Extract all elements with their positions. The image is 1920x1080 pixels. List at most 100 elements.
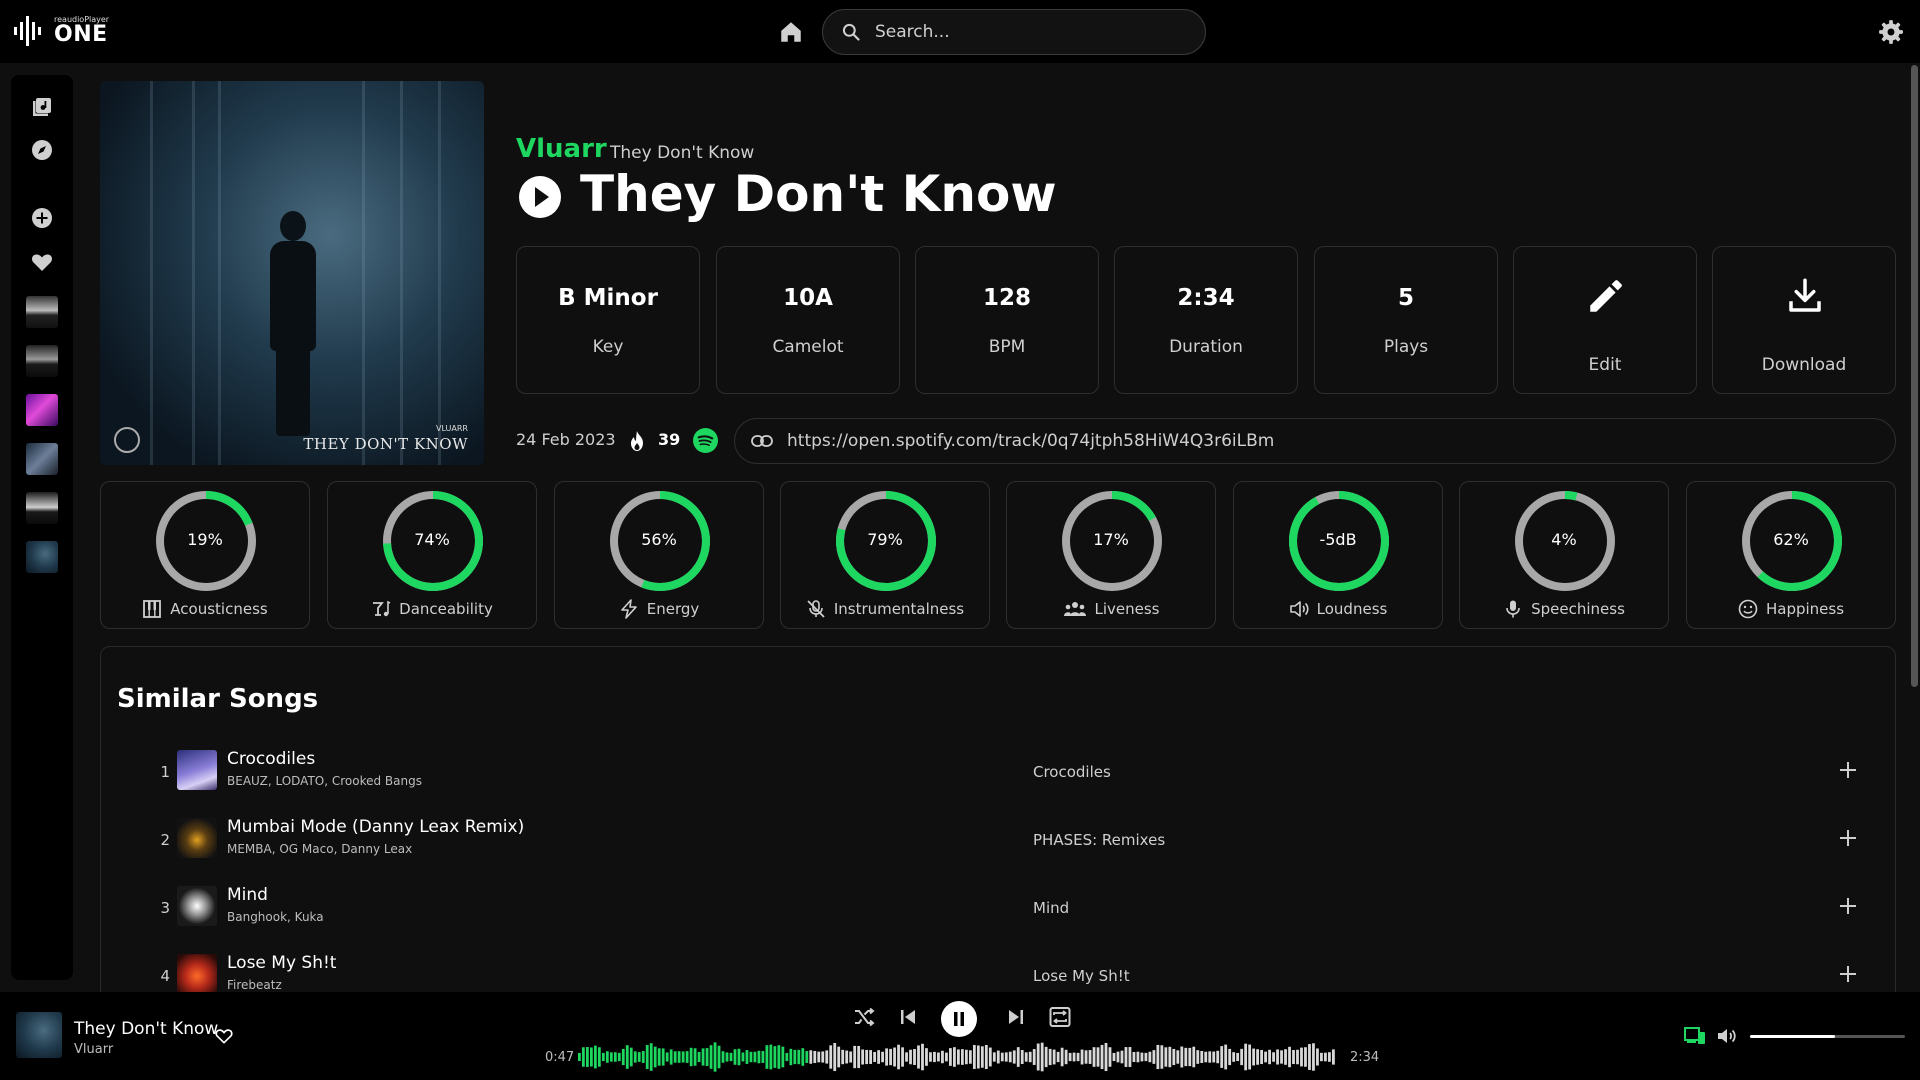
spotify-url[interactable]: https://open.spotify.com/track/0q74jtph5… [787, 431, 1274, 451]
table-row[interactable]: 2 Mumbai Mode (Danny Leax Remix) MEMBA, … [101, 811, 1895, 873]
page-scrollbar[interactable] [1911, 65, 1918, 687]
home-button[interactable] [778, 19, 804, 45]
sidebar-library-button[interactable] [30, 95, 54, 119]
stat-label: Key [592, 337, 624, 357]
shuffle-icon[interactable] [852, 1005, 876, 1029]
song-title[interactable]: Mind [227, 885, 268, 905]
pause-button[interactable] [941, 1001, 977, 1037]
song-artists[interactable]: BEAUZ, LODATO, Crooked Bangs [227, 774, 422, 788]
artist-name[interactable]: Vluarr [516, 134, 607, 164]
now-playing-thumbnail[interactable] [16, 1012, 62, 1058]
sidebar-playlist-thumbnail[interactable] [26, 296, 58, 328]
feature-card-speechiness: 4% Speechiness [1459, 481, 1669, 629]
waveform-bar [1028, 1051, 1032, 1063]
waveform-bar [1044, 1046, 1048, 1068]
like-heart-icon[interactable] [214, 1026, 234, 1046]
waveform-bar [1088, 1050, 1092, 1064]
table-row[interactable]: 3 Mind Banghook, Kuka Mind [101, 879, 1895, 941]
waveform-bar [1008, 1051, 1012, 1063]
waveform-bar [821, 1051, 825, 1063]
devices-icon[interactable] [1684, 1026, 1706, 1046]
waveform-bar [773, 1046, 777, 1068]
waveform-seekbar[interactable] [578, 1040, 1336, 1074]
app-logo[interactable]: reaudioPlayer ONE [14, 16, 109, 46]
mic-off-icon [807, 600, 825, 618]
sidebar-playlist-thumbnail[interactable] [26, 541, 58, 573]
song-title[interactable]: Crocodiles [227, 749, 315, 769]
waveform-bar [781, 1046, 785, 1068]
next-icon[interactable] [1004, 1005, 1028, 1029]
waveform-bar [1080, 1049, 1084, 1065]
repeat-icon[interactable] [1048, 1005, 1072, 1029]
waveform-bar [693, 1048, 697, 1066]
feature-card-energy: 56% Energy [554, 481, 764, 629]
waveform-bar [617, 1052, 621, 1062]
waveform-bar [657, 1048, 661, 1066]
waveform-bar [1040, 1042, 1044, 1072]
waveform-bar [925, 1048, 928, 1066]
song-album[interactable]: Mind [1033, 899, 1069, 917]
add-icon[interactable] [1837, 827, 1859, 849]
add-icon[interactable] [1837, 895, 1859, 917]
sidebar-playlist-thumbnail[interactable] [26, 443, 58, 475]
waveform-bar [609, 1052, 613, 1062]
waveform-bar [1148, 1051, 1152, 1063]
fire-icon [631, 431, 643, 451]
song-album[interactable]: PHASES: Remixes [1033, 831, 1165, 849]
waveform-bar [709, 1045, 713, 1069]
song-album[interactable]: Lose My Sh!t [1033, 967, 1130, 985]
waveform-bar [729, 1052, 733, 1062]
waveform-bar [625, 1045, 629, 1069]
song-album[interactable]: Crocodiles [1033, 763, 1111, 781]
waveform-bar [1052, 1049, 1056, 1065]
waveform-bar [1196, 1050, 1200, 1064]
song-title[interactable]: Lose My Sh!t [227, 953, 336, 973]
add-icon[interactable] [1837, 963, 1859, 985]
pencil-icon [1590, 280, 1622, 312]
waveform-bar [1240, 1048, 1244, 1066]
waveform-bar [717, 1045, 721, 1069]
song-artists[interactable]: MEMBA, OG Maco, Danny Leax [227, 842, 412, 856]
sidebar-playlist-thumbnail[interactable] [26, 394, 58, 426]
now-playing-title[interactable]: They Don't Know [74, 1019, 218, 1039]
waveform-bar [593, 1045, 597, 1069]
stat-card-duration: 2:34 Duration [1114, 246, 1298, 394]
table-row[interactable]: 1 Crocodiles BEAUZ, LODATO, Crooked Bang… [101, 743, 1895, 805]
waveform-logo-icon [14, 16, 41, 46]
album-name[interactable]: They Don't Know [610, 143, 754, 163]
spotify-link[interactable]: https://open.spotify.com/track/0q74jtph5… [734, 418, 1896, 464]
sidebar-explore-button[interactable] [30, 138, 54, 162]
volume-slider[interactable] [1750, 1035, 1905, 1038]
waveform-bar [1084, 1050, 1088, 1064]
speaker-icon [1289, 601, 1309, 617]
edit-button[interactable]: Edit [1513, 246, 1697, 394]
now-playing-artist[interactable]: Vluarr [74, 1042, 113, 1057]
song-title[interactable]: Mumbai Mode (Danny Leax Remix) [227, 817, 524, 837]
search-bar[interactable] [822, 9, 1206, 55]
song-artists[interactable]: Firebeatz [227, 978, 282, 992]
download-button[interactable]: Download [1712, 246, 1896, 394]
song-artists[interactable]: Banghook, Kuka [227, 910, 324, 924]
waveform-bar [949, 1048, 952, 1066]
previous-icon[interactable] [896, 1005, 920, 1029]
add-icon[interactable] [1837, 759, 1859, 781]
waveform-bar [641, 1051, 645, 1063]
waveform-bar [1036, 1043, 1040, 1071]
play-track-button[interactable] [518, 175, 562, 219]
sidebar-playlist-thumbnail[interactable] [26, 492, 58, 524]
waveform-bar [992, 1052, 996, 1062]
settings-button[interactable] [1878, 19, 1904, 45]
people-icon [1063, 602, 1086, 616]
search-input[interactable] [875, 22, 1175, 42]
volume-icon[interactable] [1716, 1026, 1738, 1046]
waveform-bar [1132, 1051, 1136, 1063]
sidebar-create-playlist-button[interactable] [30, 206, 54, 230]
waveform-bar [1068, 1052, 1072, 1062]
sidebar-liked-songs-button[interactable] [30, 250, 54, 274]
waveform-bar [673, 1051, 677, 1063]
spotify-icon[interactable] [693, 428, 718, 453]
waveform-bar [681, 1051, 685, 1063]
waveform-bar [713, 1042, 717, 1072]
sidebar-playlist-thumbnail[interactable] [26, 345, 58, 377]
feature-label: Loudness [1316, 600, 1388, 618]
